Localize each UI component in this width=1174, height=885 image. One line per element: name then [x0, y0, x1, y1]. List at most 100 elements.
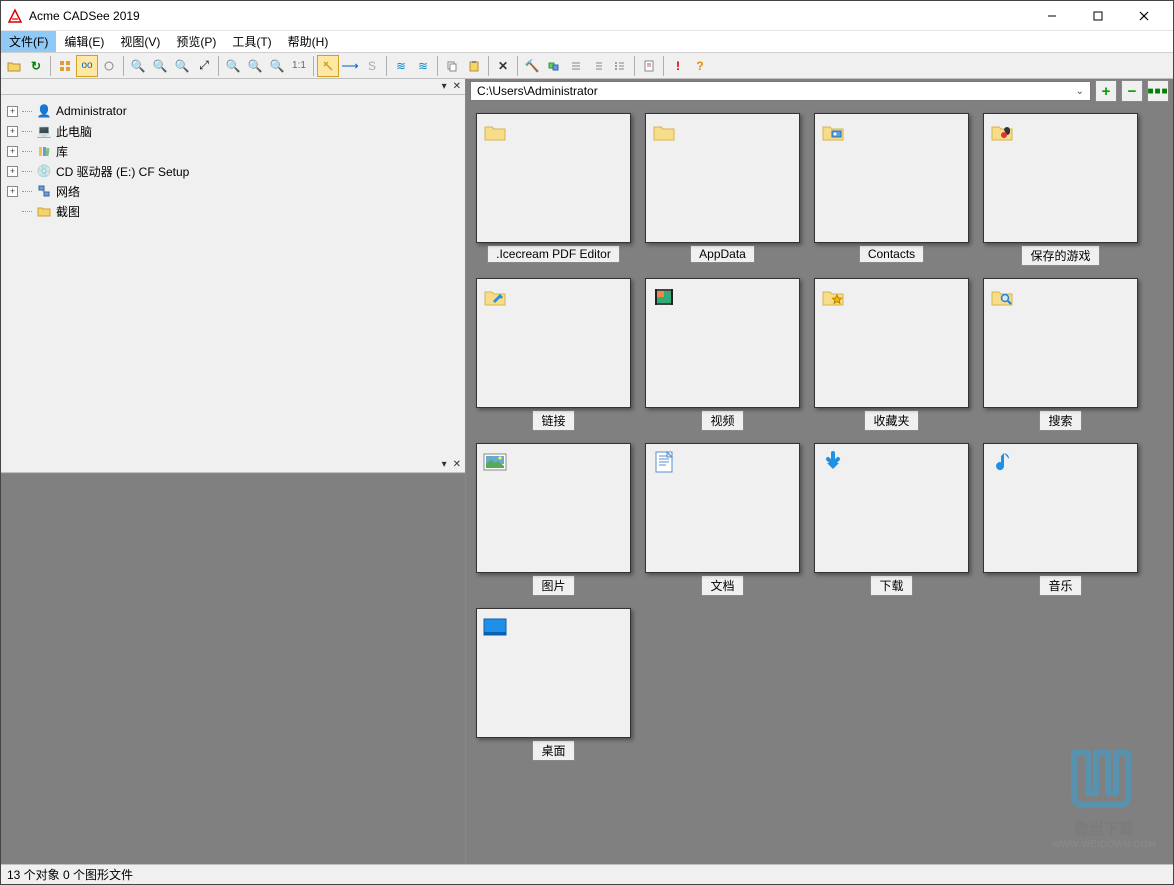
path-input[interactable]: C:\Users\Administrator ⌄	[470, 81, 1091, 101]
thumb-label: 文档	[701, 575, 743, 596]
zoom-11-button[interactable]: 1:1	[288, 55, 310, 77]
layer-arrow-button[interactable]: ⟶	[339, 55, 361, 77]
thumb-options-button[interactable]: ■■■	[1147, 80, 1169, 102]
thumb-box	[476, 608, 631, 738]
thumb-item[interactable]: .Icecream PDF Editor	[476, 113, 631, 266]
tree-node-library[interactable]: + 库	[5, 141, 461, 161]
zoom-region-button[interactable]: 🔍	[266, 55, 288, 77]
thumb-item[interactable]: AppData	[645, 113, 800, 266]
menu-tools[interactable]: 工具(T)	[224, 31, 279, 52]
thumb-item[interactable]: 收藏夹	[814, 278, 969, 431]
docs-icon	[652, 450, 676, 474]
thumb-item[interactable]: 桌面	[476, 608, 631, 761]
tree-pane-pin-icon[interactable]: ▾	[442, 81, 447, 92]
zoom-in-thumbs-button[interactable]: +	[1095, 80, 1117, 102]
tree-pane[interactable]: + 👤 Administrator + 💻 此电脑 + 库 + 💿	[1, 95, 465, 457]
zoom-all-button[interactable]: 🔍	[244, 55, 266, 77]
menu-preview[interactable]: 预览(P)	[168, 31, 224, 52]
chevron-down-icon[interactable]: ⌄	[1076, 86, 1084, 97]
zoom-window-button[interactable]: ⤢	[193, 55, 215, 77]
maximize-button[interactable]	[1075, 1, 1121, 31]
thumb-label: 链接	[532, 410, 574, 431]
layer-fx-button[interactable]	[317, 55, 339, 77]
thumb-label: .Icecream PDF Editor	[487, 245, 620, 263]
games-icon	[990, 120, 1014, 144]
thumb-item[interactable]: 音乐	[983, 443, 1138, 596]
path-row: C:\Users\Administrator ⌄ + − ■■■	[466, 79, 1173, 103]
thumb-item[interactable]: 视频	[645, 278, 800, 431]
alert-button[interactable]: !	[667, 55, 689, 77]
tree-pane-close-icon[interactable]: ✕	[453, 81, 461, 92]
menu-help[interactable]: 帮助(H)	[280, 31, 337, 52]
thumb-item[interactable]: 下载	[814, 443, 969, 596]
refresh-button[interactable]: ↻	[25, 55, 47, 77]
thumb-item[interactable]: 文档	[645, 443, 800, 596]
expand-icon[interactable]: +	[7, 186, 18, 197]
tree-node-cddrive[interactable]: + 💿 CD 驱动器 (E:) CF Setup	[5, 161, 461, 181]
thumb-box	[814, 278, 969, 408]
cd-icon: 💿	[36, 163, 52, 179]
tree-node-administrator[interactable]: + 👤 Administrator	[5, 101, 461, 121]
thumbnail-grid[interactable]: .Icecream PDF Editor AppDataContacts保存的游戏…	[466, 103, 1173, 864]
user-icon: 👤	[36, 103, 52, 119]
zoom-in-button[interactable]: 🔍	[127, 55, 149, 77]
preview-pane-header: ▾ ✕	[1, 457, 465, 473]
view-circle-button[interactable]	[98, 55, 120, 77]
thumb-item[interactable]: 链接	[476, 278, 631, 431]
links-icon	[483, 285, 507, 309]
filter2-button[interactable]: ≋	[412, 55, 434, 77]
tree-label: CD 驱动器 (E:) CF Setup	[56, 163, 189, 180]
report-button[interactable]	[638, 55, 660, 77]
thumb-box	[476, 443, 631, 573]
zoom-out-button[interactable]: 🔍	[149, 55, 171, 77]
view-grid-button[interactable]	[54, 55, 76, 77]
desktop-icon	[483, 615, 507, 639]
tool-indent2-button[interactable]	[587, 55, 609, 77]
copy-button[interactable]	[441, 55, 463, 77]
tool-list-button[interactable]	[609, 55, 631, 77]
menu-view[interactable]: 视图(V)	[112, 31, 168, 52]
window-title: Acme CADSee 2019	[29, 9, 1029, 23]
tool-indent1-button[interactable]	[565, 55, 587, 77]
thumb-item[interactable]: Contacts	[814, 113, 969, 266]
tool-hammer-button[interactable]: 🔨	[521, 55, 543, 77]
zoom-fit-button[interactable]: 🔍	[171, 55, 193, 77]
zoom-ext-button[interactable]: 🔍	[222, 55, 244, 77]
left-column: ▾ ✕ + 👤 Administrator + 💻 此电脑 + 库	[1, 79, 466, 864]
close-button[interactable]	[1121, 1, 1167, 31]
pictures-icon	[483, 450, 507, 474]
expand-icon[interactable]: +	[7, 166, 18, 177]
menubar: 文件(F) 编辑(E) 视图(V) 预览(P) 工具(T) 帮助(H)	[1, 31, 1173, 53]
help-button[interactable]: ?	[689, 55, 711, 77]
delete-button[interactable]: ✕	[492, 55, 514, 77]
thumb-label: 图片	[532, 575, 574, 596]
expand-icon[interactable]: +	[7, 146, 18, 157]
tool-layers-button[interactable]	[543, 55, 565, 77]
preview-pane-close-icon[interactable]: ✕	[453, 459, 461, 470]
tree-node-thispc[interactable]: + 💻 此电脑	[5, 121, 461, 141]
app-icon	[7, 8, 23, 24]
tree-node-screenshots[interactable]: + 截图	[5, 201, 461, 221]
thumb-box	[983, 443, 1138, 573]
preview-pane-pin-icon[interactable]: ▾	[442, 459, 447, 470]
menu-edit[interactable]: 编辑(E)	[56, 31, 112, 52]
thumb-label: 音乐	[1039, 575, 1081, 596]
minimize-button[interactable]	[1029, 1, 1075, 31]
view-oo-button[interactable]: oo	[76, 55, 98, 77]
thumb-box	[983, 113, 1138, 243]
thumb-box	[645, 113, 800, 243]
expand-icon[interactable]: +	[7, 126, 18, 137]
thumb-box	[814, 443, 969, 573]
paste-button[interactable]	[463, 55, 485, 77]
thumb-item[interactable]: 搜索	[983, 278, 1138, 431]
open-folder-button[interactable]	[3, 55, 25, 77]
expand-icon[interactable]: +	[7, 106, 18, 117]
menu-file[interactable]: 文件(F)	[1, 31, 56, 52]
thumb-item[interactable]: 图片	[476, 443, 631, 596]
layer-s-button[interactable]: S	[361, 55, 383, 77]
tree-node-network[interactable]: + 网络	[5, 181, 461, 201]
zoom-out-thumbs-button[interactable]: −	[1121, 80, 1143, 102]
thumb-item[interactable]: 保存的游戏	[983, 113, 1138, 266]
thumb-box	[983, 278, 1138, 408]
filter1-button[interactable]: ≋	[390, 55, 412, 77]
